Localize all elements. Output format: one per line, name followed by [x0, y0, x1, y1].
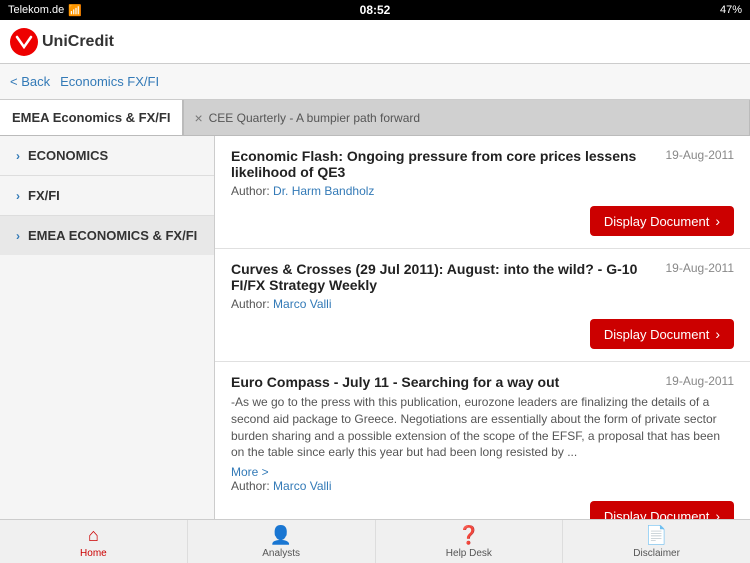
arrow-icon-1: › [715, 213, 720, 229]
sidebar: › ECONOMICS › FX/FI › EMEA ECONOMICS & F… [0, 136, 215, 519]
chevron-icon-fxfi: › [16, 189, 20, 203]
article-3-footer: Display Document › [231, 501, 734, 519]
tab-active-label: EMEA Economics & FX/FI [12, 110, 170, 125]
article-1-display-label: Display Document [604, 214, 710, 229]
status-bar-left: Telekom.de 📶 [8, 4, 82, 17]
article-1-author-link[interactable]: Dr. Harm Bandholz [273, 184, 374, 198]
article-3-excerpt: -As we go to the press with this publica… [231, 394, 734, 461]
sidebar-item-fxfi-label: FX/FI [28, 188, 60, 203]
logo-area: UniCredit [10, 28, 114, 56]
bottom-tab-analysts[interactable]: 👤 Analysts [188, 520, 376, 563]
article-1-title: Economic Flash: Ongoing pressure from co… [231, 148, 656, 180]
bottom-tab-home[interactable]: ⌂ Home [0, 520, 188, 563]
sidebar-item-emea[interactable]: › EMEA ECONOMICS & FX/FI [0, 216, 214, 255]
article-2-display-label: Display Document [604, 327, 710, 342]
wifi-icon: 📶 [68, 4, 82, 17]
status-bar: Telekom.de 📶 08:52 47% [0, 0, 750, 20]
sidebar-item-economics[interactable]: › ECONOMICS [0, 136, 214, 176]
home-icon: ⌂ [88, 525, 99, 546]
bottom-tab-helpdesk[interactable]: ❓ Help Desk [376, 520, 564, 563]
tab-inactive[interactable]: × CEE Quarterly - A bumpier path forward [183, 100, 750, 135]
article-2-author-link[interactable]: Marco Valli [273, 297, 331, 311]
article-3-display-label: Display Document [604, 509, 710, 519]
article-3-more[interactable]: More > [231, 465, 734, 479]
nav-bar: < Back Economics FX/FI [0, 64, 750, 100]
article-3-author-link[interactable]: Marco Valli [273, 479, 331, 493]
arrow-icon-3: › [715, 508, 720, 519]
article-1-author: Author: Dr. Harm Bandholz [231, 184, 734, 198]
bottom-tab-home-label: Home [80, 548, 107, 559]
article-3-date: 19-Aug-2011 [666, 374, 735, 388]
bottom-tab-disclaimer-label: Disclaimer [633, 548, 680, 559]
battery-label: 47% [720, 4, 742, 16]
disclaimer-icon: 📄 [645, 525, 667, 546]
tab-active[interactable]: EMEA Economics & FX/FI [0, 100, 183, 135]
sidebar-item-fxfi[interactable]: › FX/FI [0, 176, 214, 216]
helpdesk-icon: ❓ [458, 525, 480, 546]
article-2: Curves & Crosses (29 Jul 2011): August: … [215, 249, 750, 362]
content-area: Economic Flash: Ongoing pressure from co… [215, 136, 750, 519]
arrow-icon-2: › [715, 326, 720, 342]
chevron-icon-economics: › [16, 149, 20, 163]
nav-current-label: Economics FX/FI [60, 74, 159, 89]
article-2-header: Curves & Crosses (29 Jul 2011): August: … [231, 261, 734, 293]
app-title: UniCredit [42, 33, 114, 51]
tab-bar: EMEA Economics & FX/FI × CEE Quarterly -… [0, 100, 750, 136]
article-3: Euro Compass - July 11 - Searching for a… [215, 362, 750, 519]
back-button[interactable]: < Back [10, 74, 50, 89]
article-3-author: Author: Marco Valli [231, 479, 734, 493]
article-1-display-btn[interactable]: Display Document › [590, 206, 734, 236]
status-bar-time: 08:52 [360, 3, 391, 17]
article-3-title: Euro Compass - July 11 - Searching for a… [231, 374, 656, 390]
article-2-footer: Display Document › [231, 319, 734, 349]
bottom-bar: ⌂ Home 👤 Analysts ❓ Help Desk 📄 Disclaim… [0, 519, 750, 563]
chevron-icon-emea: › [16, 229, 20, 243]
article-2-title: Curves & Crosses (29 Jul 2011): August: … [231, 261, 656, 293]
article-1-date: 19-Aug-2011 [666, 148, 735, 162]
article-2-display-btn[interactable]: Display Document › [590, 319, 734, 349]
tab-inactive-label: CEE Quarterly - A bumpier path forward [209, 111, 420, 125]
logo-icon [10, 28, 38, 56]
sidebar-item-economics-label: ECONOMICS [28, 148, 108, 163]
article-2-author: Author: Marco Valli [231, 297, 734, 311]
article-1-header: Economic Flash: Ongoing pressure from co… [231, 148, 734, 180]
analysts-icon: 👤 [270, 525, 292, 546]
main-layout: › ECONOMICS › FX/FI › EMEA ECONOMICS & F… [0, 136, 750, 519]
article-1-footer: Display Document › [231, 206, 734, 236]
bottom-tab-analysts-label: Analysts [262, 548, 300, 559]
article-1: Economic Flash: Ongoing pressure from co… [215, 136, 750, 249]
app-header: UniCredit [0, 20, 750, 64]
tab-close-icon[interactable]: × [194, 110, 202, 126]
status-bar-right: 47% [720, 4, 742, 16]
article-3-display-btn[interactable]: Display Document › [590, 501, 734, 519]
bottom-tab-disclaimer[interactable]: 📄 Disclaimer [563, 520, 750, 563]
carrier-label: Telekom.de [8, 4, 64, 16]
sidebar-item-emea-label: EMEA ECONOMICS & FX/FI [28, 228, 197, 243]
bottom-tab-helpdesk-label: Help Desk [446, 548, 492, 559]
article-2-date: 19-Aug-2011 [666, 261, 735, 275]
article-3-header: Euro Compass - July 11 - Searching for a… [231, 374, 734, 390]
